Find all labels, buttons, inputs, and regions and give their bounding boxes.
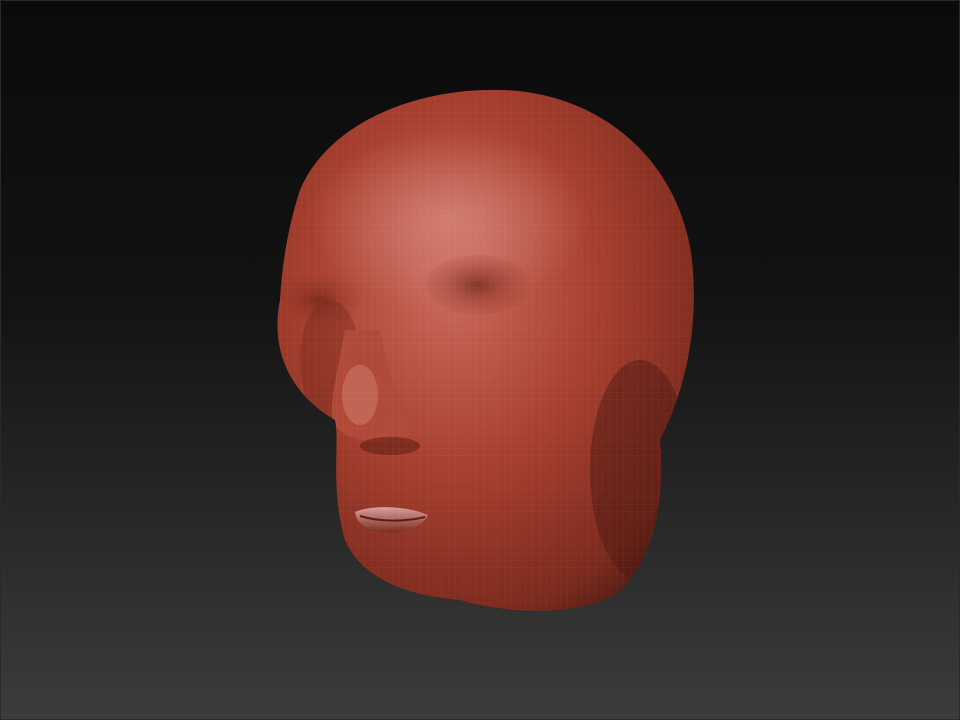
sculpted-head-model[interactable]: [0, 0, 960, 720]
3d-viewport[interactable]: [0, 0, 960, 720]
mesh-wireframe: [277, 89, 694, 611]
